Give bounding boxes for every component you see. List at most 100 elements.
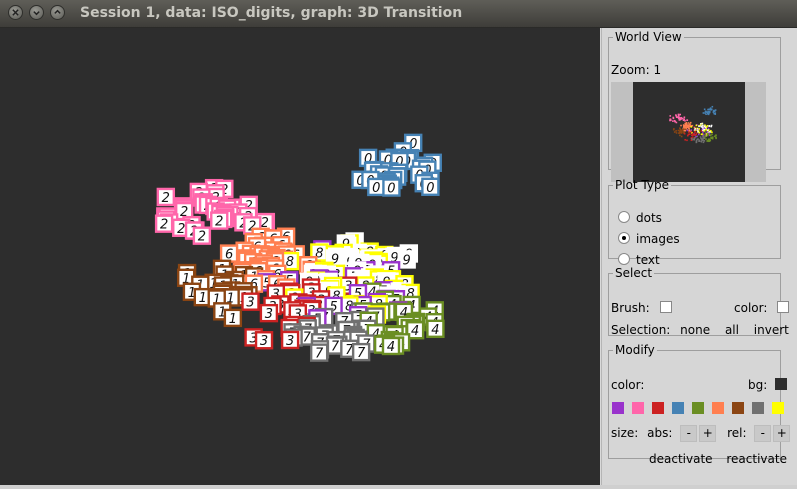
select-none-link[interactable]: none [680, 323, 710, 337]
digit-thumbnail[interactable]: 2 [156, 187, 176, 207]
digit-thumbnail[interactable]: 2 [192, 226, 212, 245]
minimap-dot [707, 140, 710, 143]
digit-scatter-plot[interactable]: 0000000000000000000000000000000000002222… [0, 28, 600, 485]
zoom-label: Zoom: [611, 63, 650, 77]
dots-radio[interactable] [618, 211, 630, 223]
color-swatch[interactable] [692, 402, 704, 414]
minimap-dot [669, 119, 671, 122]
color-swatch[interactable] [752, 402, 764, 414]
digit-thumbnail[interactable]: 2 [154, 214, 174, 233]
plot-type-text[interactable]: text [618, 253, 660, 267]
minimap-dot [711, 105, 714, 108]
brush-row: Brush: [611, 301, 672, 315]
world-view-minimap[interactable] [611, 82, 766, 182]
digit-thumbnail[interactable]: 7 [309, 343, 329, 362]
digit-thumbnail[interactable]: 1 [223, 308, 243, 328]
minimap-dot [682, 119, 685, 122]
minimap-dot [707, 113, 710, 116]
minimap-dot [705, 138, 707, 140]
size-row: size: abs: - + rel: - + [611, 425, 791, 442]
svg-text:9: 9 [403, 253, 411, 268]
minimap-viewport[interactable] [633, 82, 745, 182]
plot-canvas[interactable]: 0000000000000000000000000000000000002222… [0, 28, 600, 485]
color-swatch[interactable] [672, 402, 684, 414]
color-swatch[interactable] [772, 402, 784, 414]
color-swatch[interactable] [632, 402, 644, 414]
rel-decrease-button[interactable]: - [754, 425, 772, 442]
digit-thumbnail[interactable]: 3 [254, 331, 274, 350]
minimap-dot [678, 119, 681, 121]
minimap-dot [679, 113, 682, 116]
select-invert-link[interactable]: invert [754, 323, 789, 337]
brush-checkbox[interactable] [659, 301, 672, 313]
size-label: size: [611, 426, 639, 440]
digit-thumbnail[interactable]: 3 [259, 303, 279, 323]
color-swatch[interactable] [652, 402, 664, 414]
minimap-dot [698, 140, 700, 142]
minimap-dot [700, 133, 703, 136]
digit-thumbnail[interactable]: 4 [381, 336, 401, 356]
minimap-dot [709, 134, 712, 137]
minimap-dot [693, 138, 696, 141]
minimap-dot [702, 141, 705, 144]
minimap-dot [682, 128, 685, 131]
color-swatch[interactable] [732, 402, 744, 414]
minimap-dot [680, 135, 683, 138]
digit-thumbnail[interactable]: 4 [426, 319, 445, 339]
select-color-row: color: [734, 301, 790, 315]
svg-text:1: 1 [199, 291, 207, 306]
minimap-dot [703, 137, 706, 140]
digit-thumbnail[interactable]: 9 [397, 250, 416, 269]
svg-text:3: 3 [246, 296, 254, 311]
minimize-icon [33, 11, 40, 16]
minimap-dot [684, 129, 687, 132]
minimize-button[interactable] [29, 5, 44, 20]
color-swatch[interactable] [612, 402, 624, 414]
dots-label: dots [636, 211, 662, 225]
digit-thumbnail[interactable]: 2 [210, 211, 229, 230]
close-button[interactable] [8, 5, 23, 20]
plot-type-group: Plot Type dots images text [608, 178, 781, 267]
minimap-dot [683, 132, 686, 135]
minimap-dot [688, 128, 691, 130]
plot-type-dots[interactable]: dots [618, 211, 662, 225]
minimap-dot [691, 134, 694, 137]
close-icon [12, 9, 19, 16]
abs-increase-button[interactable]: + [699, 425, 717, 442]
minimap-dot [711, 137, 714, 140]
minimap-dot [703, 140, 706, 142]
bg-color-swatch[interactable] [775, 378, 788, 390]
minimap-dot [700, 123, 702, 125]
maximize-button[interactable] [50, 5, 65, 20]
select-color-swatch[interactable] [777, 301, 790, 313]
abs-decrease-button[interactable]: - [680, 425, 698, 442]
minimap-dot [708, 125, 710, 127]
plot-type-images[interactable]: images [618, 232, 680, 246]
color-swatch[interactable] [712, 402, 724, 414]
minimap-dot [690, 139, 693, 142]
digit-thumbnail[interactable]: 0 [421, 177, 440, 196]
rel-increase-button[interactable]: + [773, 425, 791, 442]
deactivate-link[interactable]: deactivate [649, 452, 713, 466]
bg-row: bg: [748, 378, 788, 392]
minimap-dot [695, 141, 698, 144]
svg-text:0: 0 [426, 181, 434, 196]
images-label: images [636, 232, 680, 246]
text-radio[interactable] [618, 253, 630, 265]
images-radio[interactable] [618, 232, 630, 244]
digit-thumbnail[interactable]: 3 [280, 330, 300, 350]
svg-text:2: 2 [160, 218, 168, 233]
select-group: Select Brush: color: Selection: none all… [608, 266, 790, 337]
title-bar[interactable]: Session 1, data: ISO_digits, graph: 3D T… [0, 0, 797, 28]
digit-thumbnail[interactable]: 0 [382, 178, 401, 197]
svg-text:1: 1 [229, 312, 237, 327]
minimap-dot [678, 132, 680, 134]
reactivate-link[interactable]: reactivate [726, 452, 787, 466]
digit-thumbnail[interactable]: 7 [351, 342, 371, 362]
digit-thumbnail[interactable]: 0 [367, 177, 386, 197]
maximize-icon [54, 9, 61, 14]
select-all-link[interactable]: all [725, 323, 739, 337]
minimap-dot [681, 117, 684, 120]
svg-text:3: 3 [265, 307, 273, 322]
digit-thumbnail[interactable]: 3 [241, 292, 260, 311]
